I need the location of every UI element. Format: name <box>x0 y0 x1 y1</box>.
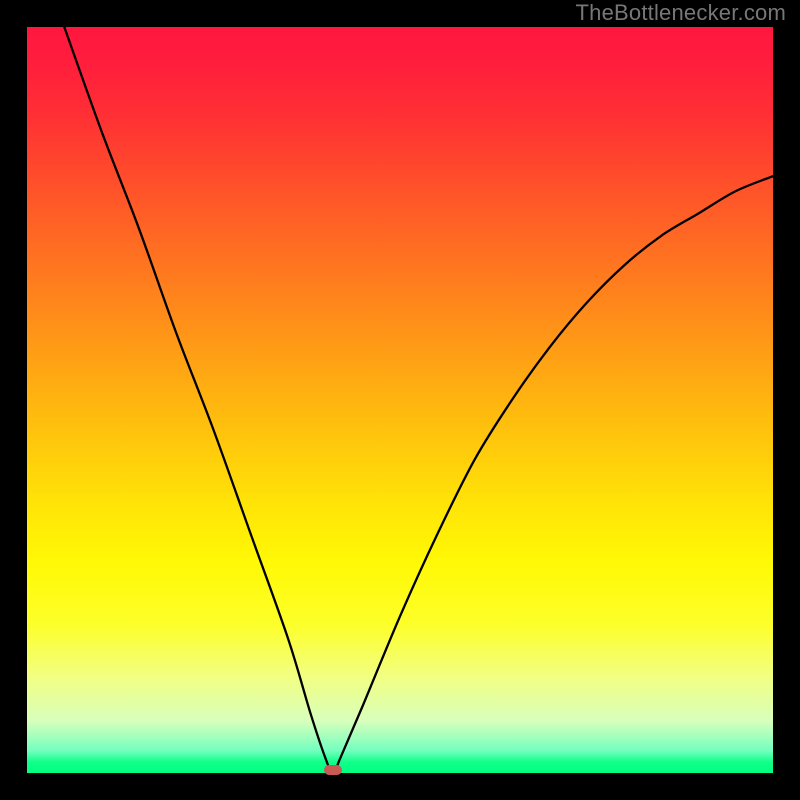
chart-plot-area <box>27 27 773 773</box>
watermark-text: TheBottlenecker.com <box>576 0 786 26</box>
optimal-marker <box>324 765 342 775</box>
bottleneck-curve <box>27 27 773 773</box>
